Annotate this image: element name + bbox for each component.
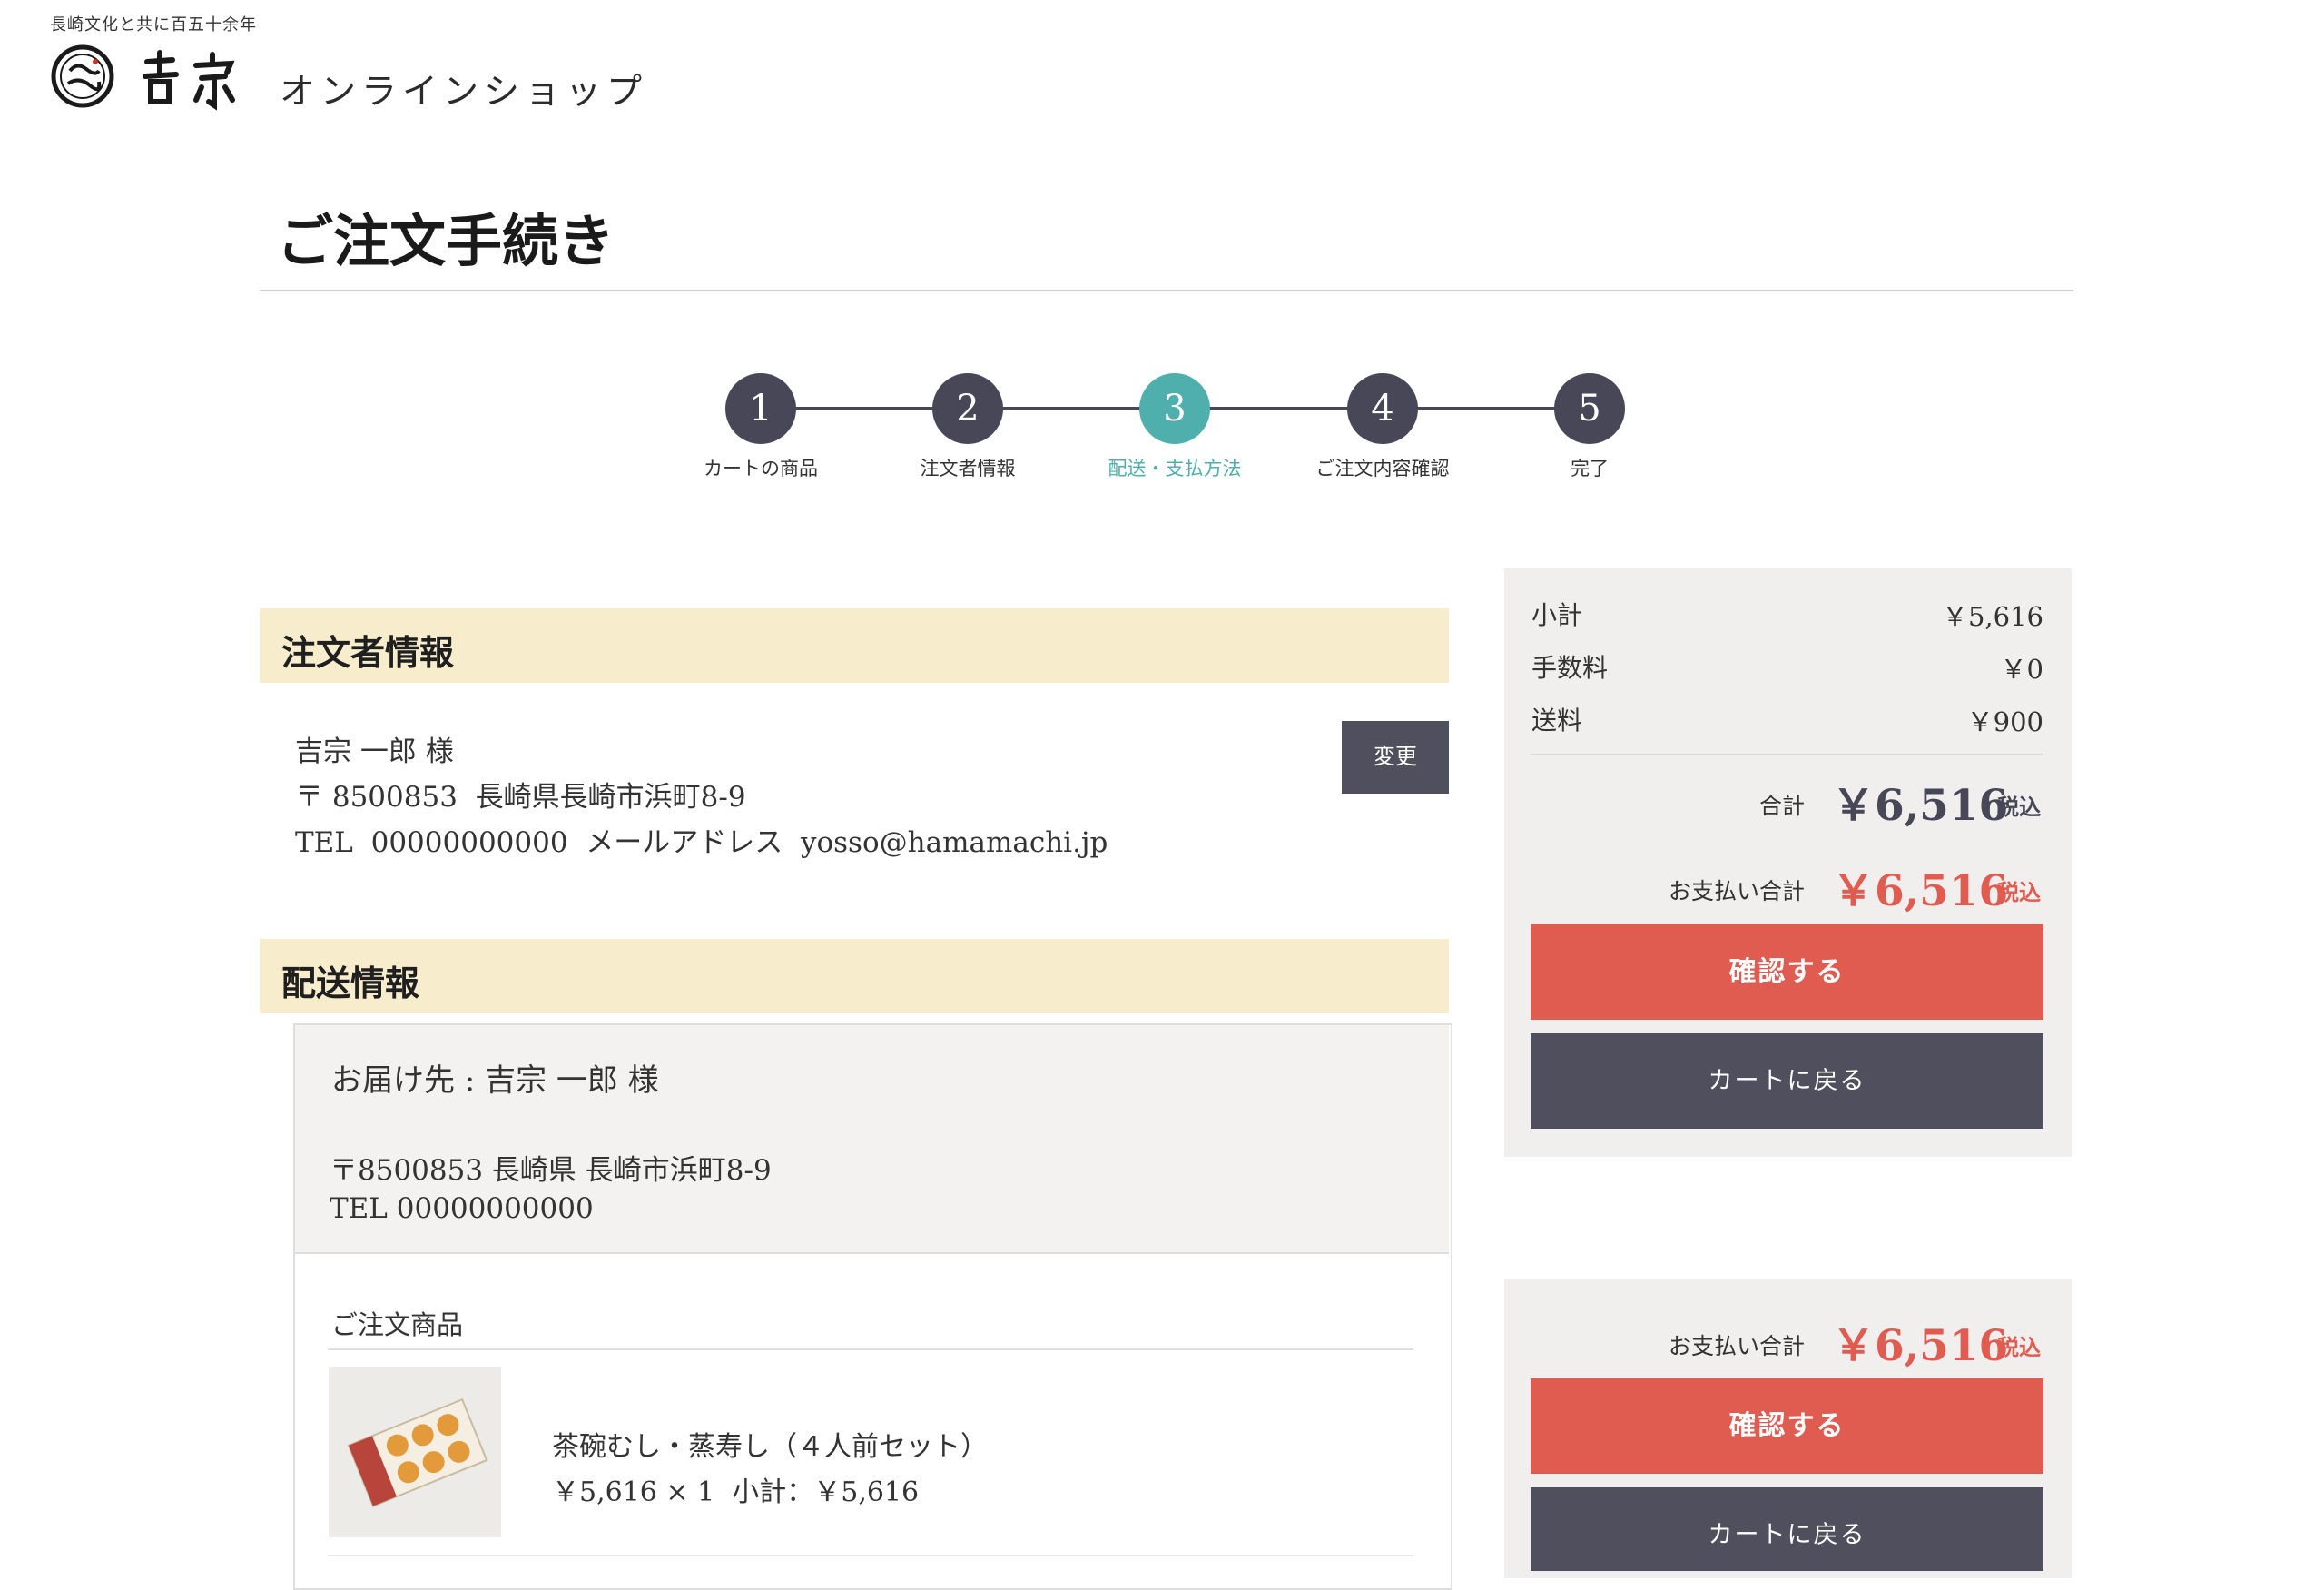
orderer-address: 〒 8500853 長崎県長崎市浜町8-9 — [295, 781, 746, 814]
payment-total-tax-label-2: 税込 — [1997, 1334, 2041, 1360]
subtotal-label: 小計 — [1531, 600, 1583, 630]
change-orderer-button[interactable]: 変更 — [1342, 721, 1449, 794]
brand-name-logo[interactable] — [136, 27, 245, 114]
payment-total-label-2: お支払い合計 — [1668, 1333, 1805, 1359]
step-2-circle: 2 — [932, 373, 1003, 444]
brand-seal-logo[interactable] — [50, 44, 115, 109]
product-price-line: ￥5,616 × 1 小計：￥5,616 — [552, 1476, 920, 1508]
shipping-section-header: 配送情報 — [260, 939, 1449, 1013]
delivery-address: 〒8500853 長崎県 長崎市浜町8-9 — [330, 1154, 772, 1187]
total-value: ￥6,516 — [1832, 781, 2009, 831]
confirm-button[interactable]: 確認する — [1531, 924, 2043, 1020]
orderer-section-title: 注文者情報 — [281, 632, 455, 673]
confirm-button-2[interactable]: 確認する — [1531, 1378, 2043, 1474]
step-3-label-current: 配送・支払方法 — [1108, 458, 1242, 479]
delivery-tel: TEL 00000000000 — [330, 1192, 594, 1225]
step-4-circle: 4 — [1347, 373, 1418, 444]
shipping-fee-value: ￥900 — [1966, 706, 2043, 737]
back-to-cart-button-2[interactable]: カートに戻る — [1531, 1487, 2043, 1571]
shipping-section-title: 配送情報 — [281, 963, 420, 1003]
total-tax-label: 税込 — [1997, 794, 2041, 820]
order-items-divider — [328, 1348, 1413, 1350]
product-divider — [328, 1555, 1413, 1556]
fee-value: ￥0 — [2000, 654, 2043, 685]
delivery-destination-name: お届け先 : 吉宗 一郎 様 — [331, 1062, 659, 1099]
step-2-label: 注文者情報 — [920, 458, 1016, 479]
product-image[interactable] — [329, 1367, 501, 1537]
orderer-section-header: 注文者情報 — [260, 608, 1449, 683]
step-1-circle: 1 — [725, 373, 796, 444]
step-5-circle: 5 — [1554, 373, 1625, 444]
page-title: ご注文手続き — [277, 208, 615, 274]
step-1-label: カートの商品 — [704, 458, 818, 479]
payment-total-tax-label: 税込 — [1997, 879, 2041, 905]
step-5-label: 完了 — [1571, 458, 1609, 479]
shipping-fee-label: 送料 — [1531, 706, 1583, 736]
title-divider — [260, 290, 2073, 291]
orderer-contact: TEL 00000000000 メールアドレス yosso@hamamachi.… — [295, 826, 1108, 859]
product-name: 茶碗むし・蒸寿し（４人前セット） — [552, 1431, 988, 1463]
fee-label: 手数料 — [1531, 653, 1609, 683]
payment-total-value-2: ￥6,516 — [1832, 1321, 2009, 1371]
shop-name: オンラインショップ — [280, 72, 648, 113]
total-label: 合計 — [1758, 793, 1805, 819]
step-4-label: ご注文内容確認 — [1315, 458, 1450, 479]
payment-total-value: ￥6,516 — [1832, 866, 2009, 916]
payment-total-label: お支払い合計 — [1668, 878, 1805, 904]
back-to-cart-button[interactable]: カートに戻る — [1531, 1033, 2043, 1129]
summary-divider — [1531, 754, 2043, 755]
step-3-circle-current: 3 — [1139, 373, 1210, 444]
subtotal-value: ￥5,616 — [1941, 601, 2043, 632]
order-items-heading: ご注文商品 — [331, 1309, 464, 1340]
orderer-name: 吉宗 一郎 様 — [295, 736, 454, 768]
